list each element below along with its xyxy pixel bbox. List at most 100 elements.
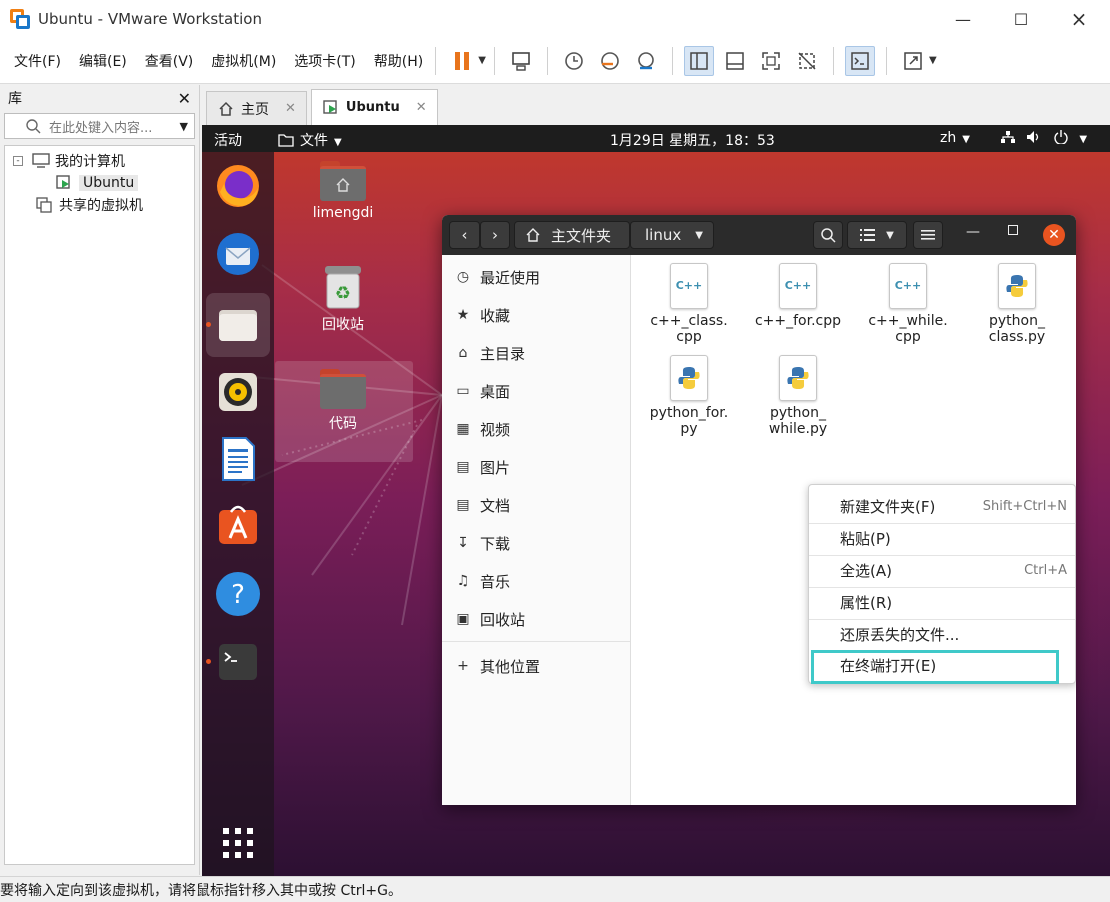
download-icon: ↧: [457, 535, 469, 551]
show-applications-icon[interactable]: [214, 819, 262, 867]
hamburger-menu-button[interactable]: [913, 221, 943, 249]
ctx-paste[interactable]: 粘贴(P): [809, 523, 1075, 554]
tab-home-label: 主页: [241, 101, 269, 118]
unity-mode-icon[interactable]: [792, 46, 822, 76]
desktop-home-label: limengdi: [312, 205, 374, 221]
sidebar-item-home[interactable]: ⌂ 主目录: [454, 341, 525, 365]
desktop-trash[interactable]: ♻ 回收站: [283, 264, 403, 334]
close-tab-icon[interactable]: ✕: [416, 100, 427, 115]
desktop-code-folder[interactable]: 代码: [283, 369, 403, 433]
thumbnail-bar-icon[interactable]: [720, 46, 750, 76]
thunderbird-icon[interactable]: [214, 230, 262, 278]
back-button[interactable]: ‹: [449, 221, 480, 249]
sidebar-item-desktop[interactable]: ▭ 桌面: [454, 379, 510, 403]
pause-dropdown-icon[interactable]: ▼: [478, 55, 486, 66]
close-library-icon[interactable]: ✕: [178, 89, 191, 108]
search-button[interactable]: [813, 221, 843, 249]
sidebar-item-downloads[interactable]: ↧ 下载: [454, 531, 510, 555]
sidebar-item-music[interactable]: ♫ 音乐: [454, 569, 510, 593]
ctx-properties[interactable]: 属性(R): [809, 587, 1075, 618]
tree-item-my-computer[interactable]: - 我的计算机: [5, 150, 194, 172]
input-method-menu[interactable]: zh ▼: [940, 130, 970, 146]
snapshot-manager-icon[interactable]: [631, 46, 661, 76]
sidebar-item-documents[interactable]: ▤ 文档: [454, 493, 510, 517]
sidebar-item-pictures[interactable]: ▤ 图片: [454, 455, 510, 479]
status-bar: 要将输入定向到该虚拟机，请将鼠标指针移入其中或按 Ctrl+G。: [0, 876, 1110, 902]
sidebar-item-starred[interactable]: ★ 收藏: [454, 303, 510, 327]
file-item[interactable]: C++ c++_class. cpp: [639, 263, 739, 345]
file-name: python_ while.py: [768, 405, 828, 437]
menu-file[interactable]: 文件(F): [14, 51, 61, 71]
clock[interactable]: 1月29日 星期五，18：53: [610, 130, 775, 150]
collapse-icon[interactable]: -: [13, 156, 23, 166]
snapshot-icon[interactable]: [559, 46, 589, 76]
ubuntu-software-icon[interactable]: [214, 502, 262, 550]
close-window-button[interactable]: ×: [1056, 0, 1102, 38]
menu-help[interactable]: 帮助(H): [374, 51, 423, 71]
revert-snapshot-icon[interactable]: [595, 46, 625, 76]
file-item[interactable]: python_ class.py: [967, 263, 1067, 345]
sidebar-item-trash[interactable]: ▣ 回收站: [454, 607, 525, 631]
file-item[interactable]: C++ c++_for.cpp: [748, 263, 848, 329]
sidebar-divider: [442, 641, 630, 642]
menu-edit[interactable]: 编辑(E): [79, 51, 127, 71]
library-search-input[interactable]: 在此处键入内容... ▼: [4, 113, 195, 139]
help-icon[interactable]: ?: [214, 570, 262, 618]
vm-console[interactable]: 活动 文件 ▼ 1月29日 星期五，18：53 zh ▼ ▼ ? limengd…: [202, 125, 1110, 876]
full-screen-icon[interactable]: [756, 46, 786, 76]
ctx-select-all[interactable]: 全选(A) Ctrl+A: [809, 555, 1075, 586]
view-options-button[interactable]: ▼: [847, 221, 907, 249]
sidebar-label: 下载: [480, 534, 511, 553]
sidebar-item-recent[interactable]: ◷ 最近使用: [454, 265, 540, 289]
tree-item-shared-vms[interactable]: 共享的虚拟机: [35, 194, 194, 216]
sidebar-item-videos[interactable]: ▦ 视频: [454, 417, 510, 441]
home-icon: [219, 101, 233, 116]
network-icon: [1001, 131, 1015, 143]
desktop-home-folder[interactable]: limengdi: [283, 161, 403, 221]
terminal-icon[interactable]: [214, 638, 262, 686]
menu-view[interactable]: 查看(V): [145, 51, 194, 71]
show-library-icon[interactable]: [683, 45, 714, 76]
close-tab-icon[interactable]: ✕: [285, 101, 296, 116]
maximize-button[interactable]: ☐: [998, 0, 1044, 38]
tree-item-ubuntu[interactable]: Ubuntu: [55, 172, 194, 194]
menu-vm[interactable]: 虚拟机(M): [211, 51, 276, 71]
maximize-window-icon[interactable]: [1008, 225, 1018, 235]
cpp-file-icon: C++: [670, 263, 708, 309]
console-view-icon[interactable]: [844, 45, 875, 76]
firefox-icon[interactable]: [214, 162, 262, 210]
library-title: 库: [8, 91, 22, 107]
file-item[interactable]: C++ c++_while. cpp: [858, 263, 958, 345]
search-icon: [821, 228, 836, 243]
minimize-window-icon[interactable]: —: [966, 224, 980, 240]
stretch-dropdown-icon[interactable]: ▼: [929, 55, 937, 66]
ctx-label: 新建文件夹(F): [840, 498, 936, 516]
ctx-label: 还原丢失的文件...: [840, 626, 960, 644]
libreoffice-writer-icon[interactable]: [214, 435, 262, 483]
search-dropdown-icon[interactable]: ▼: [180, 120, 188, 133]
stretch-guest-icon[interactable]: [898, 46, 928, 76]
pause-icon[interactable]: [447, 46, 477, 76]
files-app-icon[interactable]: [214, 301, 262, 349]
path-linux-button[interactable]: linux ▼: [630, 221, 714, 249]
svg-text:♻: ♻: [335, 283, 351, 304]
activities-button[interactable]: 活动: [214, 130, 242, 150]
file-item[interactable]: python_ while.py: [748, 355, 848, 437]
system-menu[interactable]: ▼: [1000, 130, 1087, 146]
sidebar-item-other-locations[interactable]: + 其他位置: [454, 654, 540, 678]
file-item[interactable]: python_for. py: [639, 355, 739, 437]
ctx-restore-missing[interactable]: 还原丢失的文件...: [809, 619, 1075, 650]
rhythmbox-icon[interactable]: [214, 368, 262, 416]
tab-ubuntu[interactable]: Ubuntu ✕: [310, 89, 438, 125]
send-ctrl-alt-del-icon[interactable]: [506, 46, 536, 76]
path-home-button[interactable]: 主文件夹: [514, 221, 630, 249]
forward-button[interactable]: ›: [480, 221, 510, 249]
tab-home[interactable]: 主页 ✕: [206, 91, 307, 125]
close-window-icon[interactable]: ✕: [1043, 224, 1065, 246]
ctx-new-folder[interactable]: 新建文件夹(F) Shift+Ctrl+N: [809, 491, 1075, 522]
menu-tabs[interactable]: 选项卡(T): [294, 51, 355, 71]
app-menu[interactable]: 文件 ▼: [278, 130, 342, 150]
list-view-icon: [860, 229, 876, 241]
vm-running-icon: [323, 99, 337, 114]
minimize-button[interactable]: —: [940, 0, 986, 38]
